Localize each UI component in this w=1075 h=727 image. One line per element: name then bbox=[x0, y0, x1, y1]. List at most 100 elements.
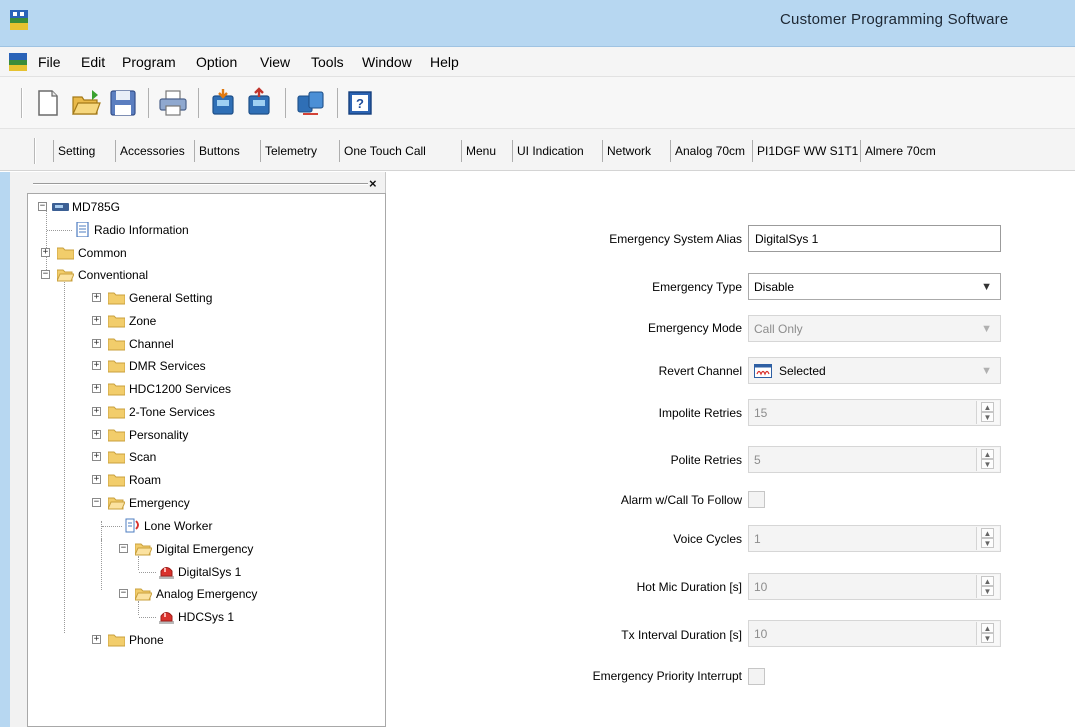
tree-line bbox=[46, 206, 47, 274]
spin-down-icon[interactable]: ▼ bbox=[981, 412, 994, 422]
toolbar-grip[interactable] bbox=[21, 88, 23, 118]
hot-mic-label: Hot Mic Duration [s] bbox=[636, 580, 742, 594]
help-icon[interactable]: ? bbox=[344, 87, 376, 119]
tab-pi1dgf-ww-s1t1[interactable]: PI1DGF WW S1T1 bbox=[752, 140, 862, 162]
spin-up-icon[interactable]: ▲ bbox=[981, 402, 994, 412]
menu-file[interactable]: File bbox=[38, 54, 61, 70]
emergency-mode-select[interactable]: Call Only ▼ bbox=[748, 315, 1001, 342]
tree-view[interactable]: − MD785G Radio Information + Common − Co… bbox=[27, 193, 386, 727]
panel-grip[interactable] bbox=[33, 183, 368, 185]
menu-view[interactable]: View bbox=[260, 54, 290, 70]
folder-icon bbox=[108, 360, 125, 373]
menu-edit[interactable]: Edit bbox=[81, 54, 105, 70]
menu-option[interactable]: Option bbox=[196, 54, 237, 70]
document-icon bbox=[76, 222, 89, 237]
alarm-call-follow-checkbox[interactable] bbox=[748, 491, 765, 508]
toolbar-separator bbox=[198, 88, 199, 118]
voice-cycles-value: 1 bbox=[754, 532, 761, 546]
spin-down-icon[interactable]: ▼ bbox=[981, 586, 994, 596]
tab-accessories[interactable]: Accessories bbox=[115, 140, 189, 162]
alarm-label: Alarm w/Call To Follow bbox=[620, 493, 742, 507]
menu-bar: File Edit Program Option View Tools Wind… bbox=[0, 47, 1075, 77]
priority-interrupt-checkbox[interactable] bbox=[748, 668, 765, 685]
clone-icon[interactable] bbox=[294, 87, 326, 119]
chevron-down-icon: ▼ bbox=[981, 323, 992, 335]
app-menu-icon[interactable] bbox=[8, 52, 28, 72]
save-icon[interactable] bbox=[107, 87, 139, 119]
spinner[interactable]: ▲ ▼ bbox=[976, 575, 999, 598]
folder-icon bbox=[108, 429, 125, 442]
spin-up-icon[interactable]: ▲ bbox=[981, 449, 994, 459]
spin-down-icon[interactable]: ▼ bbox=[981, 633, 994, 643]
spin-up-icon[interactable]: ▲ bbox=[981, 576, 994, 586]
spin-up-icon[interactable]: ▲ bbox=[981, 528, 994, 538]
read-radio-icon[interactable] bbox=[207, 87, 239, 119]
type-label: Emergency Type bbox=[652, 280, 742, 294]
form-row: Emergency Mode bbox=[387, 321, 742, 337]
hot-mic-duration-stepper[interactable]: 10 ▲ ▼ bbox=[748, 573, 1001, 600]
tab-one-touch-call[interactable]: One Touch Call bbox=[339, 140, 430, 162]
toolbar-separator bbox=[148, 88, 149, 118]
title-bar: Customer Programming Software bbox=[0, 0, 1075, 47]
spin-down-icon[interactable]: ▼ bbox=[981, 459, 994, 469]
form-row: Emergency Priority Interrupt bbox=[387, 669, 742, 685]
tree-line bbox=[101, 521, 102, 541]
emergency-alarm-icon bbox=[159, 567, 174, 579]
folder-open-icon bbox=[135, 588, 152, 601]
toolbar-separator bbox=[337, 88, 338, 118]
spin-down-icon[interactable]: ▼ bbox=[981, 538, 994, 548]
menu-program[interactable]: Program bbox=[122, 54, 176, 70]
form-row: Emergency Type bbox=[387, 280, 742, 296]
revert-channel-select[interactable]: Selected ▼ bbox=[748, 357, 1001, 384]
tab-menu[interactable]: Menu bbox=[461, 140, 500, 162]
tab-ui-indication[interactable]: UI Indication bbox=[512, 140, 588, 162]
alias-value: DigitalSys 1 bbox=[755, 232, 819, 246]
polite-retries-value: 5 bbox=[754, 453, 761, 467]
tx-interval-duration-stepper[interactable]: 10 ▲ ▼ bbox=[748, 620, 1001, 647]
alias-label: Emergency System Alias bbox=[609, 232, 742, 246]
spinner[interactable]: ▲ ▼ bbox=[976, 401, 999, 424]
alias-input[interactable]: DigitalSys 1 bbox=[748, 225, 1001, 252]
tree-line bbox=[64, 274, 65, 633]
tab-strip-grip[interactable] bbox=[34, 138, 36, 164]
impolite-label: Impolite Retries bbox=[658, 406, 742, 420]
window-frame-edge bbox=[0, 172, 10, 727]
print-icon[interactable] bbox=[157, 87, 189, 119]
lone-worker-icon bbox=[125, 518, 139, 533]
menu-window[interactable]: Window bbox=[362, 54, 412, 70]
priority-interrupt-label: Emergency Priority Interrupt bbox=[592, 669, 742, 683]
spin-up-icon[interactable]: ▲ bbox=[981, 623, 994, 633]
tab-almere-70cm[interactable]: Almere 70cm bbox=[860, 140, 940, 162]
menu-tools[interactable]: Tools bbox=[311, 54, 344, 70]
spinner[interactable]: ▲ ▼ bbox=[976, 448, 999, 471]
folder-icon bbox=[57, 247, 74, 260]
chevron-down-icon: ▼ bbox=[981, 365, 992, 377]
open-icon[interactable] bbox=[70, 87, 102, 119]
tab-telemetry[interactable]: Telemetry bbox=[260, 140, 321, 162]
write-radio-icon[interactable] bbox=[243, 87, 275, 119]
folder-icon bbox=[108, 315, 125, 328]
impolite-retries-value: 15 bbox=[754, 406, 768, 420]
radio-device-icon bbox=[52, 203, 69, 211]
spinner[interactable]: ▲ ▼ bbox=[976, 622, 999, 645]
emergency-alarm-icon bbox=[159, 612, 174, 624]
folder-icon bbox=[108, 292, 125, 305]
hot-mic-duration-value: 10 bbox=[754, 580, 768, 594]
close-icon[interactable]: × bbox=[369, 176, 377, 191]
spinner[interactable]: ▲ ▼ bbox=[976, 527, 999, 550]
form-row: Impolite Retries bbox=[387, 406, 742, 422]
toolbar: ? bbox=[0, 77, 1075, 129]
polite-retries-stepper[interactable]: 5 ▲ ▼ bbox=[748, 446, 1001, 473]
emergency-type-select[interactable]: Disable ▼ bbox=[748, 273, 1001, 300]
voice-cycles-stepper[interactable]: 1 ▲ ▼ bbox=[748, 525, 1001, 552]
tab-analog-70cm[interactable]: Analog 70cm bbox=[670, 140, 749, 162]
toolbar-separator bbox=[285, 88, 286, 118]
tab-buttons[interactable]: Buttons bbox=[194, 140, 244, 162]
impolite-retries-stepper[interactable]: 15 ▲ ▼ bbox=[748, 399, 1001, 426]
new-icon[interactable] bbox=[32, 87, 64, 119]
menu-help[interactable]: Help bbox=[430, 54, 459, 70]
svg-text:?: ? bbox=[356, 96, 364, 111]
tab-network[interactable]: Network bbox=[602, 140, 655, 162]
tab-setting[interactable]: Setting bbox=[53, 140, 99, 162]
app-icon bbox=[10, 10, 28, 30]
